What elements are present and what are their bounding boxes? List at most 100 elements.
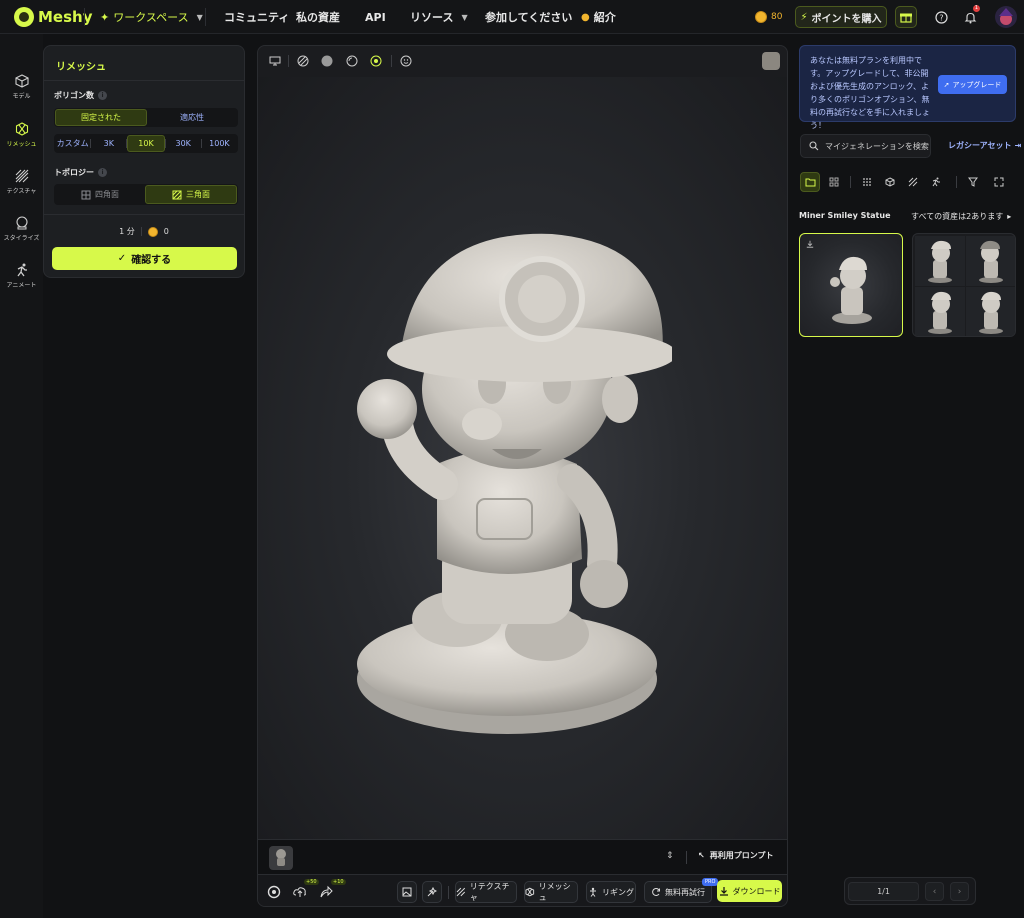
upload-cloud-icon[interactable]	[293, 885, 307, 899]
dense-grid-filter[interactable]	[857, 172, 877, 192]
confirm-label: 確認する	[131, 255, 172, 266]
image-button[interactable]	[397, 881, 417, 903]
lightning-icon: ⚡	[800, 11, 808, 23]
divider	[84, 8, 85, 26]
buy-points-label: ポイントを購入	[811, 13, 882, 25]
share-icon[interactable]	[319, 885, 333, 899]
nav-my-assets[interactable]: 私の資産	[296, 0, 340, 34]
magic-button[interactable]	[422, 881, 442, 903]
topology-tri-button[interactable]: 三角面	[145, 185, 237, 204]
share-credit-badge: +10	[331, 879, 346, 885]
miner-statue-model[interactable]	[342, 209, 672, 739]
nav-workspace-label: ワークスペース	[113, 11, 189, 24]
sidebar-item-animate[interactable]: アニメート	[0, 263, 43, 289]
rigging-button[interactable]: リギング	[586, 881, 636, 903]
polygon-mode-toggle: 固定された 適応性	[54, 108, 238, 127]
variant-thumbnail[interactable]	[915, 287, 965, 336]
pro-badge: PRO	[702, 878, 719, 886]
sidebar-item-remesh[interactable]: リメッシュ	[0, 122, 43, 148]
asset-count-link[interactable]: すべての資産は2あります ▸	[911, 211, 1011, 222]
remesh-button[interactable]: リメッシュ	[524, 881, 578, 903]
info-icon[interactable]: i	[98, 168, 107, 177]
environment-thumbnail[interactable]	[762, 52, 780, 70]
animate-filter[interactable]	[926, 172, 946, 192]
caret-down-icon: ▼	[461, 12, 468, 22]
mode-adaptive-button[interactable]: 適応性	[147, 109, 237, 126]
help-button[interactable]: ?	[930, 6, 952, 28]
asset-card-selected[interactable]	[799, 233, 903, 337]
nav-referral[interactable]: ● 紹介	[581, 0, 616, 34]
divider	[205, 8, 206, 26]
nav-api[interactable]: API	[365, 0, 386, 34]
texture-filter[interactable]	[903, 172, 923, 192]
expand-updown-icon[interactable]: ⇕	[666, 851, 674, 861]
wireframe-icon[interactable]	[297, 55, 309, 67]
arrow-up-left-icon: ↖	[698, 851, 705, 860]
face-icon[interactable]	[400, 55, 412, 67]
confirm-button[interactable]: ✓ 確認する	[52, 247, 237, 270]
count-custom-button[interactable]: カスタム	[55, 135, 90, 152]
sidebar-item-model[interactable]: モデル	[0, 74, 43, 100]
sidebar-item-label: テクスチャ	[6, 188, 37, 195]
avatar[interactable]	[995, 6, 1017, 28]
polygon-count-label: ポリゴン数 i	[54, 90, 107, 101]
upgrade-button[interactable]: ➚ アップグレード	[938, 75, 1007, 94]
nav-my-assets-label: 私の資産	[296, 11, 340, 24]
openai-icon[interactable]	[267, 885, 281, 899]
folder-filter[interactable]	[800, 172, 820, 192]
divider	[44, 80, 244, 81]
magic-hand-icon	[427, 887, 437, 897]
variant-thumbnail[interactable]	[915, 236, 965, 286]
meshy-logo[interactable]: Meshy	[14, 7, 93, 27]
svg-text:?: ?	[939, 13, 943, 22]
model-filter[interactable]	[880, 172, 900, 192]
legacy-assets-link[interactable]: レガシーアセット ⇥	[948, 140, 1021, 151]
model-thumbnail[interactable]	[269, 846, 293, 870]
divider	[956, 176, 957, 188]
grid-icon	[829, 177, 839, 187]
variant-thumbnail[interactable]	[966, 236, 1015, 286]
gift-button[interactable]	[895, 6, 917, 28]
variant-thumbnail[interactable]	[966, 287, 1015, 336]
sidebar-item-texture[interactable]: テクスチャ	[0, 169, 43, 195]
asset-card-variants[interactable]	[912, 233, 1016, 337]
textured-shading-icon[interactable]	[370, 55, 382, 67]
rigging-icon	[590, 887, 596, 897]
asset-count-text: すべての資産は2あります	[911, 212, 1004, 221]
clay-shading-icon[interactable]	[346, 55, 358, 67]
solid-shading-icon[interactable]	[321, 55, 333, 67]
prev-page-button[interactable]: ‹	[925, 882, 944, 901]
expand-button[interactable]	[989, 172, 1009, 192]
grid-view-filter[interactable]	[824, 172, 844, 192]
count-30k-button[interactable]: 30K	[166, 135, 201, 152]
sidebar-item-stylize[interactable]: スタイライズ	[0, 216, 43, 242]
filter-button[interactable]	[963, 172, 983, 192]
monitor-icon[interactable]	[269, 55, 281, 67]
nav-community[interactable]: コミュニティ	[224, 0, 289, 34]
credit-balance: 80	[755, 0, 782, 34]
count-10k-button[interactable]: 10K	[127, 135, 165, 152]
polygon-count-text: ポリゴン数	[54, 91, 94, 100]
rocket-icon: ➚	[943, 80, 950, 89]
nav-resources[interactable]: リソース ▼	[410, 0, 468, 34]
next-page-button[interactable]: ›	[950, 882, 969, 901]
3d-canvas[interactable]	[258, 77, 787, 839]
asset-title: Miner Smiley Statue	[799, 211, 891, 220]
mode-fixed-button[interactable]: 固定された	[55, 109, 147, 126]
divider	[391, 55, 392, 67]
topology-quad-button[interactable]: 四角面	[55, 185, 145, 204]
reuse-prompt-button[interactable]: ↖ 再利用プロンプト	[698, 850, 773, 861]
info-icon[interactable]: i	[98, 91, 107, 100]
topology-tri-label: 三角面	[186, 190, 210, 199]
download-button[interactable]: ダウンロード	[717, 880, 782, 902]
count-3k-button[interactable]: 3K	[91, 135, 126, 152]
search-input[interactable]: マイジェネレーションを検索	[800, 134, 931, 158]
retexture-button[interactable]: リテクスチャ	[455, 881, 517, 903]
nav-join[interactable]: 参加してください	[485, 0, 572, 34]
nav-workspace[interactable]: ✦ ワークスペース ▼	[100, 0, 203, 34]
buy-points-button[interactable]: ⚡ ポイントを購入	[795, 6, 887, 28]
rigging-label: リギング	[602, 887, 634, 897]
help-icon: ?	[934, 10, 948, 24]
refresh-icon	[652, 887, 660, 896]
count-100k-button[interactable]: 100K	[202, 135, 237, 152]
